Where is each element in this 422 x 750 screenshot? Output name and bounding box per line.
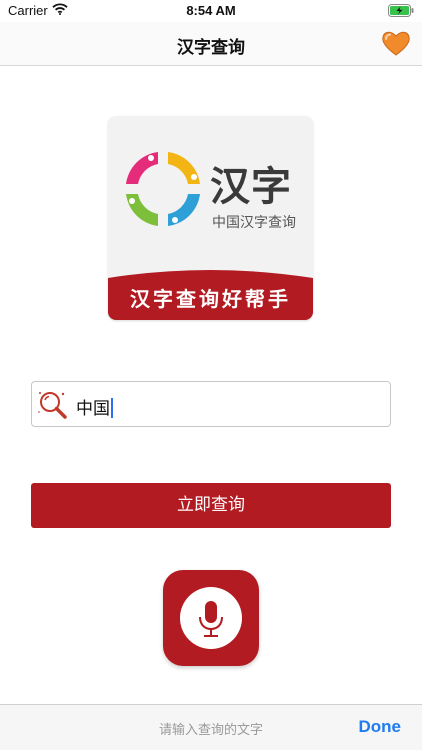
heart-icon bbox=[382, 31, 410, 56]
navigation-bar: 汉字查询 bbox=[0, 22, 422, 66]
search-input[interactable]: 中国 bbox=[31, 381, 391, 427]
page-title: 汉字查询 bbox=[177, 38, 245, 58]
mic-background bbox=[180, 587, 242, 649]
app-logo: 汉字 中国汉字查询 汉字查询好帮手 bbox=[108, 116, 313, 320]
search-icon bbox=[36, 388, 70, 426]
search-input-value[interactable]: 中国 bbox=[76, 394, 113, 419]
voice-input-button[interactable] bbox=[163, 570, 259, 666]
logo-ring-icon bbox=[126, 152, 200, 226]
favorites-button[interactable] bbox=[380, 28, 412, 58]
battery-charging-icon bbox=[388, 4, 414, 21]
query-button[interactable]: 立即查询 bbox=[31, 483, 391, 528]
logo-title: 汉字 bbox=[210, 164, 292, 210]
text-caret bbox=[111, 397, 113, 418]
microphone-icon bbox=[199, 601, 223, 637]
status-bar: Carrier 8:54 AM bbox=[0, 0, 422, 22]
status-time: 8:54 AM bbox=[186, 3, 236, 18]
keyboard-toolbar: 请输入查询的文字 Done bbox=[0, 704, 422, 750]
logo-slogan: 汉字查询好帮手 bbox=[130, 287, 291, 311]
done-button[interactable]: Done bbox=[359, 717, 402, 737]
logo-subtitle: 中国汉字查询 bbox=[212, 215, 296, 231]
